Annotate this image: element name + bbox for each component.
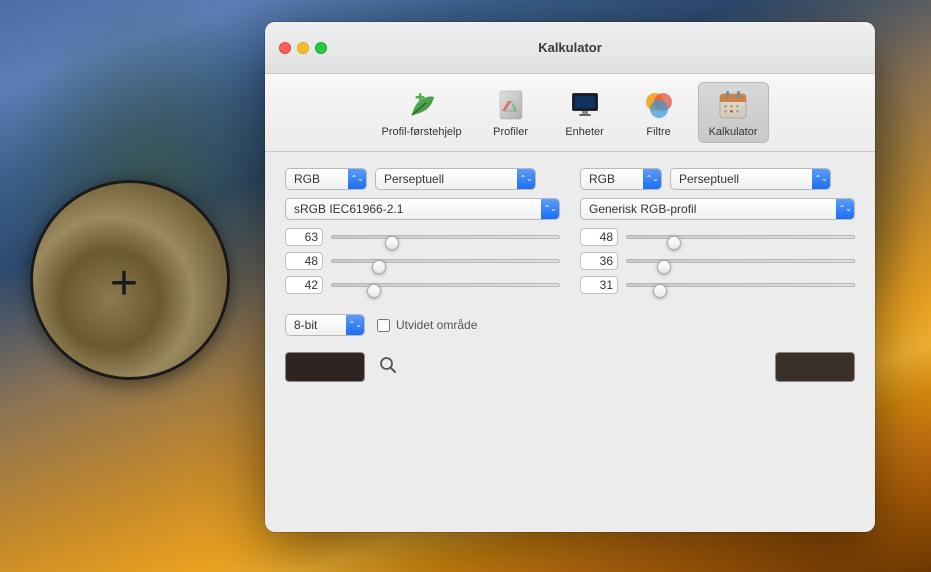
left-g-value[interactable] bbox=[285, 252, 323, 270]
left-color-swatch bbox=[285, 352, 365, 382]
right-r-slider[interactable] bbox=[626, 235, 855, 239]
right-column: RGB CMYK Gråtoner Perseptuell Relativ fa… bbox=[580, 168, 855, 294]
right-rendering-intent-select[interactable]: Perseptuell Relativ fargebestandig Metni… bbox=[670, 168, 831, 190]
left-rendering-intent-wrapper: Perseptuell Relativ fargebestandig Metni… bbox=[375, 168, 536, 190]
toolbar-label-kalkulator: Kalkulator bbox=[709, 126, 758, 138]
toolbar-item-kalkulator[interactable]: Kalkulator bbox=[698, 82, 769, 143]
left-b-value[interactable] bbox=[285, 276, 323, 294]
bit-depth-select[interactable]: 8-bit 16-bit 32-bit bbox=[285, 314, 365, 336]
toolbar-item-profiler[interactable]: Profiler bbox=[476, 83, 546, 142]
extended-range-row: Utvidet område bbox=[377, 318, 477, 332]
bottom-section: 8-bit 16-bit 32-bit Utvidet område bbox=[285, 314, 855, 336]
left-profile-select[interactable]: sRGB IEC61966-2.1 bbox=[285, 198, 560, 220]
right-color-swatch bbox=[775, 352, 855, 382]
right-color-model-select[interactable]: RGB CMYK Gråtoner bbox=[580, 168, 662, 190]
left-g-slider[interactable] bbox=[331, 259, 560, 263]
right-b-value[interactable] bbox=[580, 276, 618, 294]
left-r-track bbox=[331, 229, 560, 245]
right-r-track bbox=[626, 229, 855, 245]
calendar-icon bbox=[715, 87, 751, 123]
columns-layout: RGB CMYK Gråtoner Perseptuell Relativ fa… bbox=[285, 168, 855, 294]
profiler-icon bbox=[493, 87, 529, 123]
close-button[interactable] bbox=[279, 42, 291, 54]
extended-range-checkbox[interactable] bbox=[377, 319, 390, 332]
right-sliders bbox=[580, 228, 855, 294]
traffic-lights bbox=[279, 42, 327, 54]
search-icon bbox=[379, 356, 397, 374]
magnifier-loupe bbox=[30, 180, 230, 380]
right-g-track bbox=[626, 253, 855, 269]
toolbar-label-profil-forstehjelp: Profil-førstehjelp bbox=[382, 126, 462, 138]
right-g-slider[interactable] bbox=[626, 259, 855, 263]
title-bar: Kalkulator bbox=[265, 22, 875, 74]
right-slider-g bbox=[580, 252, 855, 270]
left-color-model-select[interactable]: RGB CMYK Gråtoner bbox=[285, 168, 367, 190]
right-profile-wrapper: Generisk RGB-profil bbox=[580, 198, 855, 220]
right-color-model-wrapper: RGB CMYK Gråtoner bbox=[580, 168, 662, 190]
right-b-track bbox=[626, 277, 855, 293]
left-color-model-wrapper: RGB CMYK Gråtoner bbox=[285, 168, 367, 190]
search-button[interactable] bbox=[377, 354, 399, 381]
toolbar-item-enheter[interactable]: Enheter bbox=[550, 83, 620, 142]
crosshair-icon bbox=[110, 260, 150, 300]
left-top-selects: RGB CMYK Gråtoner Perseptuell Relativ fa… bbox=[285, 168, 560, 190]
right-slider-r bbox=[580, 228, 855, 246]
toolbar-label-filtre: Filtre bbox=[646, 126, 670, 138]
right-b-slider[interactable] bbox=[626, 283, 855, 287]
bit-depth-wrapper: 8-bit 16-bit 32-bit bbox=[285, 314, 365, 336]
left-rendering-intent-select[interactable]: Perseptuell Relativ fargebestandig Metni… bbox=[375, 168, 536, 190]
right-top-selects: RGB CMYK Gråtoner Perseptuell Relativ fa… bbox=[580, 168, 855, 190]
swatches-row bbox=[285, 352, 855, 382]
right-r-value[interactable] bbox=[580, 228, 618, 246]
left-b-slider[interactable] bbox=[331, 283, 560, 287]
toolbar-label-enheter: Enheter bbox=[565, 126, 604, 138]
kalkulator-window: Kalkulator bbox=[265, 22, 875, 532]
left-column: RGB CMYK Gråtoner Perseptuell Relativ fa… bbox=[285, 168, 560, 294]
main-content: RGB CMYK Gråtoner Perseptuell Relativ fa… bbox=[265, 152, 875, 398]
toolbar-label-profiler: Profiler bbox=[493, 126, 528, 138]
right-slider-b bbox=[580, 276, 855, 294]
toolbar: Profil-førstehjelp bbox=[265, 74, 875, 152]
minimize-button[interactable] bbox=[297, 42, 309, 54]
left-sliders bbox=[285, 228, 560, 294]
toolbar-item-profil-forstehjelp[interactable]: Profil-førstehjelp bbox=[372, 83, 472, 142]
extended-range-label: Utvidet område bbox=[396, 318, 477, 332]
right-rendering-intent-wrapper: Perseptuell Relativ fargebestandig Metni… bbox=[670, 168, 831, 190]
toolbar-item-filtre[interactable]: Filtre bbox=[624, 83, 694, 142]
left-slider-r bbox=[285, 228, 560, 246]
left-g-track bbox=[331, 253, 560, 269]
circle-icon bbox=[641, 87, 677, 123]
left-r-slider[interactable] bbox=[331, 235, 560, 239]
left-r-value[interactable] bbox=[285, 228, 323, 246]
leaf-icon bbox=[404, 87, 440, 123]
right-profile-select[interactable]: Generisk RGB-profil bbox=[580, 198, 855, 220]
left-b-track bbox=[331, 277, 560, 293]
left-slider-g bbox=[285, 252, 560, 270]
right-g-value[interactable] bbox=[580, 252, 618, 270]
window-title: Kalkulator bbox=[538, 40, 602, 55]
monitor-icon bbox=[567, 87, 603, 123]
left-profile-wrapper: sRGB IEC61966-2.1 bbox=[285, 198, 560, 220]
maximize-button[interactable] bbox=[315, 42, 327, 54]
left-slider-b bbox=[285, 276, 560, 294]
